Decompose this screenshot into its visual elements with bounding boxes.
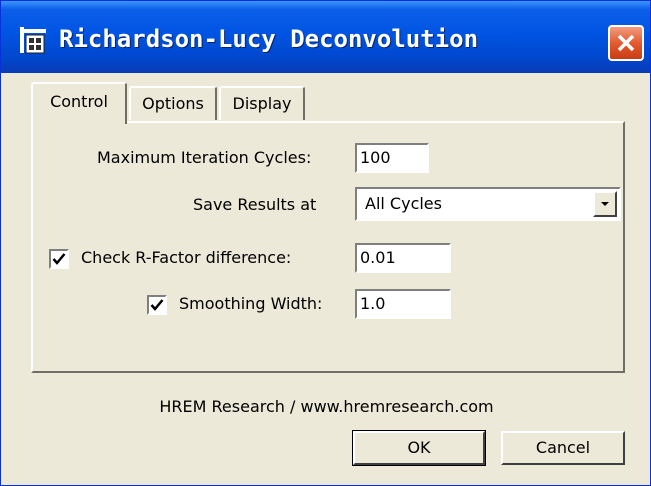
tab-control[interactable]: Control bbox=[31, 82, 127, 124]
rfactor-input[interactable]: 0.01 bbox=[355, 243, 451, 273]
checkmark-icon bbox=[52, 253, 66, 265]
tab-display[interactable]: Display bbox=[219, 86, 305, 120]
save-results-select[interactable]: All Cycles bbox=[355, 187, 621, 221]
tab-options[interactable]: Options bbox=[129, 86, 217, 120]
max-iterations-input[interactable]: 100 bbox=[355, 143, 429, 173]
dropdown-arrow-button[interactable] bbox=[593, 191, 617, 217]
dialog-window: Richardson-Lucy Deconvolution Maximum It… bbox=[0, 0, 651, 486]
close-icon bbox=[617, 34, 635, 52]
save-results-label: Save Results at bbox=[193, 195, 317, 214]
title-bar[interactable]: Richardson-Lucy Deconvolution bbox=[1, 1, 650, 73]
cancel-button[interactable]: Cancel bbox=[501, 431, 625, 465]
smoothing-label: Smoothing Width: bbox=[179, 294, 323, 313]
rfactor-label: Check R-Factor difference: bbox=[81, 248, 292, 267]
close-button[interactable] bbox=[608, 25, 644, 61]
save-results-value: All Cycles bbox=[365, 194, 442, 213]
checkmark-icon bbox=[150, 299, 164, 311]
ok-button[interactable]: OK bbox=[352, 430, 486, 466]
chevron-down-icon bbox=[601, 202, 609, 206]
window-title: Richardson-Lucy Deconvolution bbox=[59, 25, 479, 53]
rfactor-checkbox[interactable] bbox=[49, 249, 69, 269]
footer-credit: HREM Research / www.hremresearch.com bbox=[159, 397, 494, 416]
smoothing-checkbox[interactable] bbox=[147, 295, 167, 315]
app-icon bbox=[17, 23, 49, 55]
smoothing-input[interactable]: 1.0 bbox=[355, 289, 451, 319]
control-panel: Maximum Iteration Cycles: 100 Save Resul… bbox=[31, 121, 625, 373]
max-iterations-label: Maximum Iteration Cycles: bbox=[97, 148, 312, 167]
